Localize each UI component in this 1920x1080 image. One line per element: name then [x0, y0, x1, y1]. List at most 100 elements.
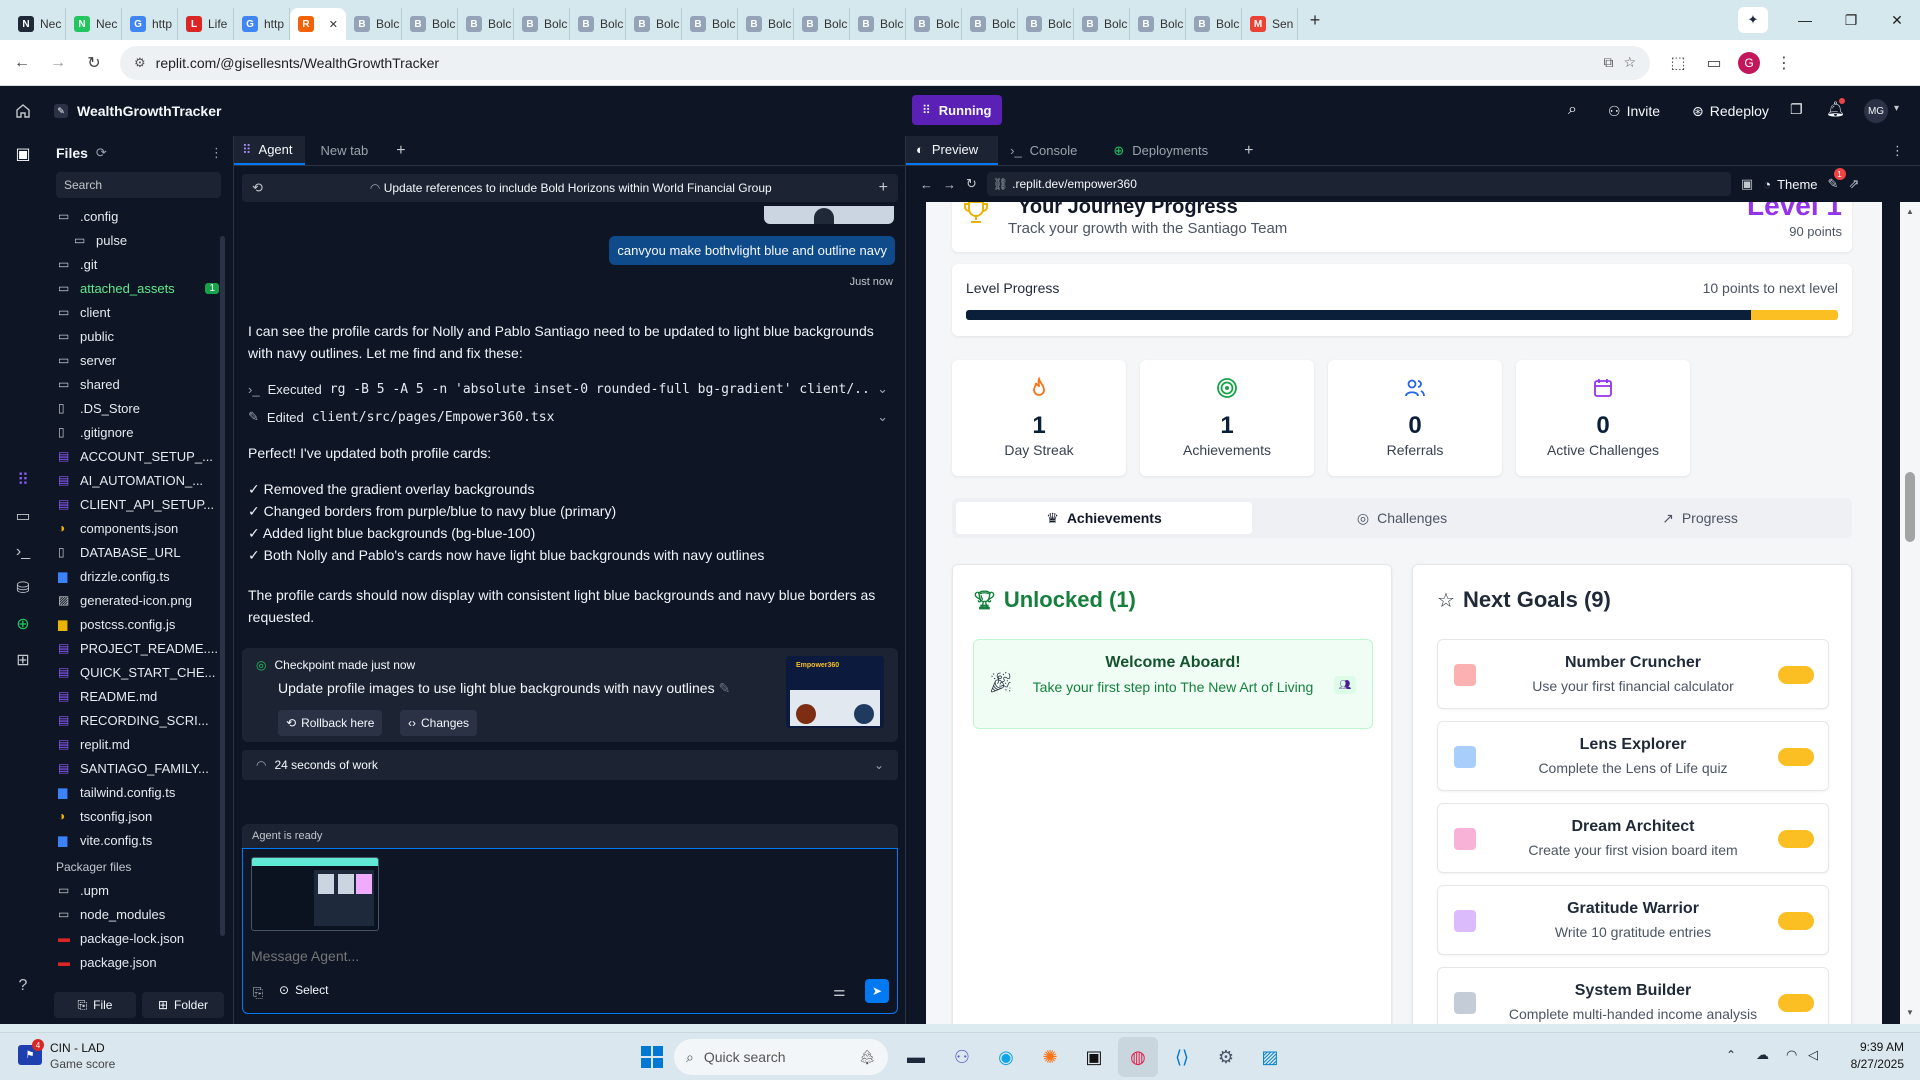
expand-chevron-icon[interactable]: ⌄ [877, 409, 888, 425]
shell-tool-icon[interactable]: ›_ [0, 534, 46, 570]
folder-item[interactable]: ▭ node_modules [46, 902, 233, 926]
folder-item[interactable]: ▭ pulse [46, 228, 233, 252]
user-attached-image[interactable] [764, 206, 894, 224]
taskbar-clock[interactable]: 9:39 AM 8/27/2025 [1851, 1040, 1904, 1071]
edge-icon[interactable]: ◉ [986, 1037, 1026, 1077]
game-title[interactable]: CIN - LAD [50, 1041, 105, 1055]
browser-tab[interactable]: B Bolc [1018, 8, 1074, 40]
browser-tab[interactable]: B Bolc [458, 8, 514, 40]
gemini-icon[interactable]: ✦ [1738, 7, 1768, 33]
file-explorer-icon[interactable]: ▬ [896, 1037, 936, 1077]
forward-icon[interactable]: → [40, 45, 76, 81]
browser-tab[interactable]: B Bolc [794, 8, 850, 40]
browser-tab[interactable]: B Bolc [682, 8, 738, 40]
chrome-icon[interactable]: ◍ [1118, 1037, 1158, 1077]
folder-item[interactable]: ▭ client [46, 300, 233, 324]
tray-app-icon[interactable]: ☁ [1756, 1047, 1769, 1063]
replit-grid-icon[interactable]: ⠿ [0, 462, 46, 498]
history-icon[interactable]: ⟳ [96, 145, 107, 161]
files-scrollbar[interactable] [220, 236, 225, 936]
file-item[interactable]: ▤ replit.md [46, 732, 233, 756]
preview-scrollbar[interactable] [1905, 472, 1915, 542]
browser-tab[interactable]: L Life [178, 8, 234, 40]
redeploy-button[interactable]: ⊛ Redeploy [1692, 96, 1769, 126]
vscode-icon[interactable]: ⟨⟩ [1162, 1037, 1202, 1077]
devices-icon[interactable]: ❐ [1790, 101, 1803, 118]
profile-avatar[interactable]: G [1738, 51, 1760, 74]
edited-row[interactable]: ✎ Edited client/src/pages/Empower360.tsx… [248, 406, 888, 428]
file-item[interactable]: ▯ .gitignore [46, 420, 233, 444]
file-item[interactable]: ▯ .DS_Store [46, 396, 233, 420]
expand-chevron-icon[interactable]: ⌄ [877, 381, 888, 397]
tab-progress[interactable]: ↗ Progress [1552, 502, 1848, 534]
tray-chevron-icon[interactable]: ⌃ [1726, 1048, 1736, 1062]
changes-button[interactable]: ‹› Changes [400, 710, 478, 736]
file-item[interactable]: ◑ tsconfig.json [46, 804, 233, 828]
welcome-achievement[interactable]: 🎉︎ Welcome Aboard! Take your first step … [973, 639, 1373, 729]
browser-tab[interactable]: B Bolc [402, 8, 458, 40]
folder-item[interactable]: ▭ .config [46, 204, 233, 228]
claude-icon[interactable]: ✺ [1030, 1037, 1070, 1077]
thread-title[interactable]: ◠ Update references to include Bold Hori… [275, 181, 867, 195]
site-info-icon[interactable]: ⚙ [134, 55, 146, 71]
tab-console[interactable]: ›_ Console [998, 136, 1101, 165]
preview-forward-icon[interactable]: → [943, 177, 956, 192]
work-duration-row[interactable]: ◠ 24 seconds of work ⌄ [242, 750, 898, 780]
file-item[interactable]: ▆ vite.config.ts [46, 828, 233, 852]
tab-new[interactable]: New tab [305, 136, 385, 165]
photos-icon[interactable]: ▨ [1250, 1037, 1290, 1077]
extensions-icon[interactable]: ⬚ [1660, 45, 1696, 81]
browser-tab[interactable]: B Bolc [962, 8, 1018, 40]
browser-tab[interactable]: N Nec [10, 8, 66, 40]
help-icon[interactable]: ? [0, 968, 46, 1004]
tab-achievements[interactable]: ♛ Achievements [956, 502, 1252, 534]
browser-tab[interactable]: M Sen [1242, 8, 1298, 40]
add-tab-icon[interactable]: + [384, 136, 417, 165]
browser-tab[interactable]: N Nec [66, 8, 122, 40]
run-button[interactable]: ⠿ Running [912, 95, 1002, 125]
install-icon[interactable]: ⧉ [1603, 54, 1613, 71]
message-composer[interactable]: ⎘ ⊙ Select ⚌ ➤ [242, 848, 898, 1014]
file-item[interactable]: ▬ package-lock.json [46, 926, 233, 950]
goal-item[interactable]: Gratitude Warrior Write 10 gratitude ent… [1437, 885, 1829, 955]
attach-icon[interactable]: ⎘ [253, 985, 263, 1001]
checkpoint-thumbnail[interactable]: Empower360 [786, 656, 884, 728]
file-item[interactable]: ▤ CLIENT_API_SETUP... [46, 492, 233, 516]
file-item[interactable]: ▆ tailwind.config.ts [46, 780, 233, 804]
file-item[interactable]: ▤ PROJECT_README.... [46, 636, 233, 660]
browser-tab[interactable]: Ghttp [234, 8, 290, 40]
close-window-icon[interactable]: ✕ [1874, 0, 1920, 40]
restore-icon[interactable]: ❐ [1828, 0, 1874, 40]
tab-agent[interactable]: ⠿ Agent [234, 136, 305, 165]
browser-menu-icon[interactable]: ⋮ [1766, 45, 1802, 81]
bookmark-star-icon[interactable]: ☆ [1623, 54, 1636, 71]
folder-item[interactable]: ▭ server [46, 348, 233, 372]
split-view-icon[interactable]: ▭ [1696, 45, 1732, 81]
folder-item[interactable]: ▭ public [46, 324, 233, 348]
browser-tab[interactable]: B Bolc [738, 8, 794, 40]
file-item[interactable]: ◑ components.json [46, 516, 233, 540]
volume-icon[interactable]: ◁ [1808, 1047, 1818, 1063]
theme-button[interactable]: ◔ Theme [1763, 177, 1817, 192]
browser-tab[interactable]: R ✕ [290, 8, 346, 40]
add-pane-icon[interactable]: + [1232, 136, 1265, 165]
browser-tab[interactable]: B Bolc [906, 8, 962, 40]
preview-reload-icon[interactable]: ↻ [966, 176, 977, 192]
browser-tab[interactable]: B Bolc [1074, 8, 1130, 40]
new-file-button[interactable]: ⎘ File [54, 992, 136, 1018]
teams-icon[interactable]: ⚇ [942, 1037, 982, 1077]
preview-tool-icon[interactable]: ▭ [0, 498, 46, 534]
file-search-input[interactable]: Search [56, 172, 221, 198]
wrench-icon[interactable]: ✎ 1 [1828, 168, 1846, 192]
back-icon[interactable]: ← [4, 45, 40, 81]
file-item[interactable]: ▬ package.json [46, 950, 233, 974]
all-tools-icon[interactable]: ⊞ [0, 642, 46, 678]
history-clock-icon[interactable]: ⟲ [252, 180, 263, 196]
folder-item[interactable]: ▭ .git [46, 252, 233, 276]
preview-url-field[interactable]: ⛓ .replit.dev/empower360 [986, 172, 1731, 196]
folder-item[interactable]: ▭ shared [46, 372, 233, 396]
close-tab-icon[interactable]: ✕ [329, 18, 338, 31]
folder-item[interactable]: ▭ .upm [46, 878, 233, 902]
file-item[interactable]: ▯ DATABASE_URL [46, 540, 233, 564]
message-input[interactable] [251, 945, 811, 967]
